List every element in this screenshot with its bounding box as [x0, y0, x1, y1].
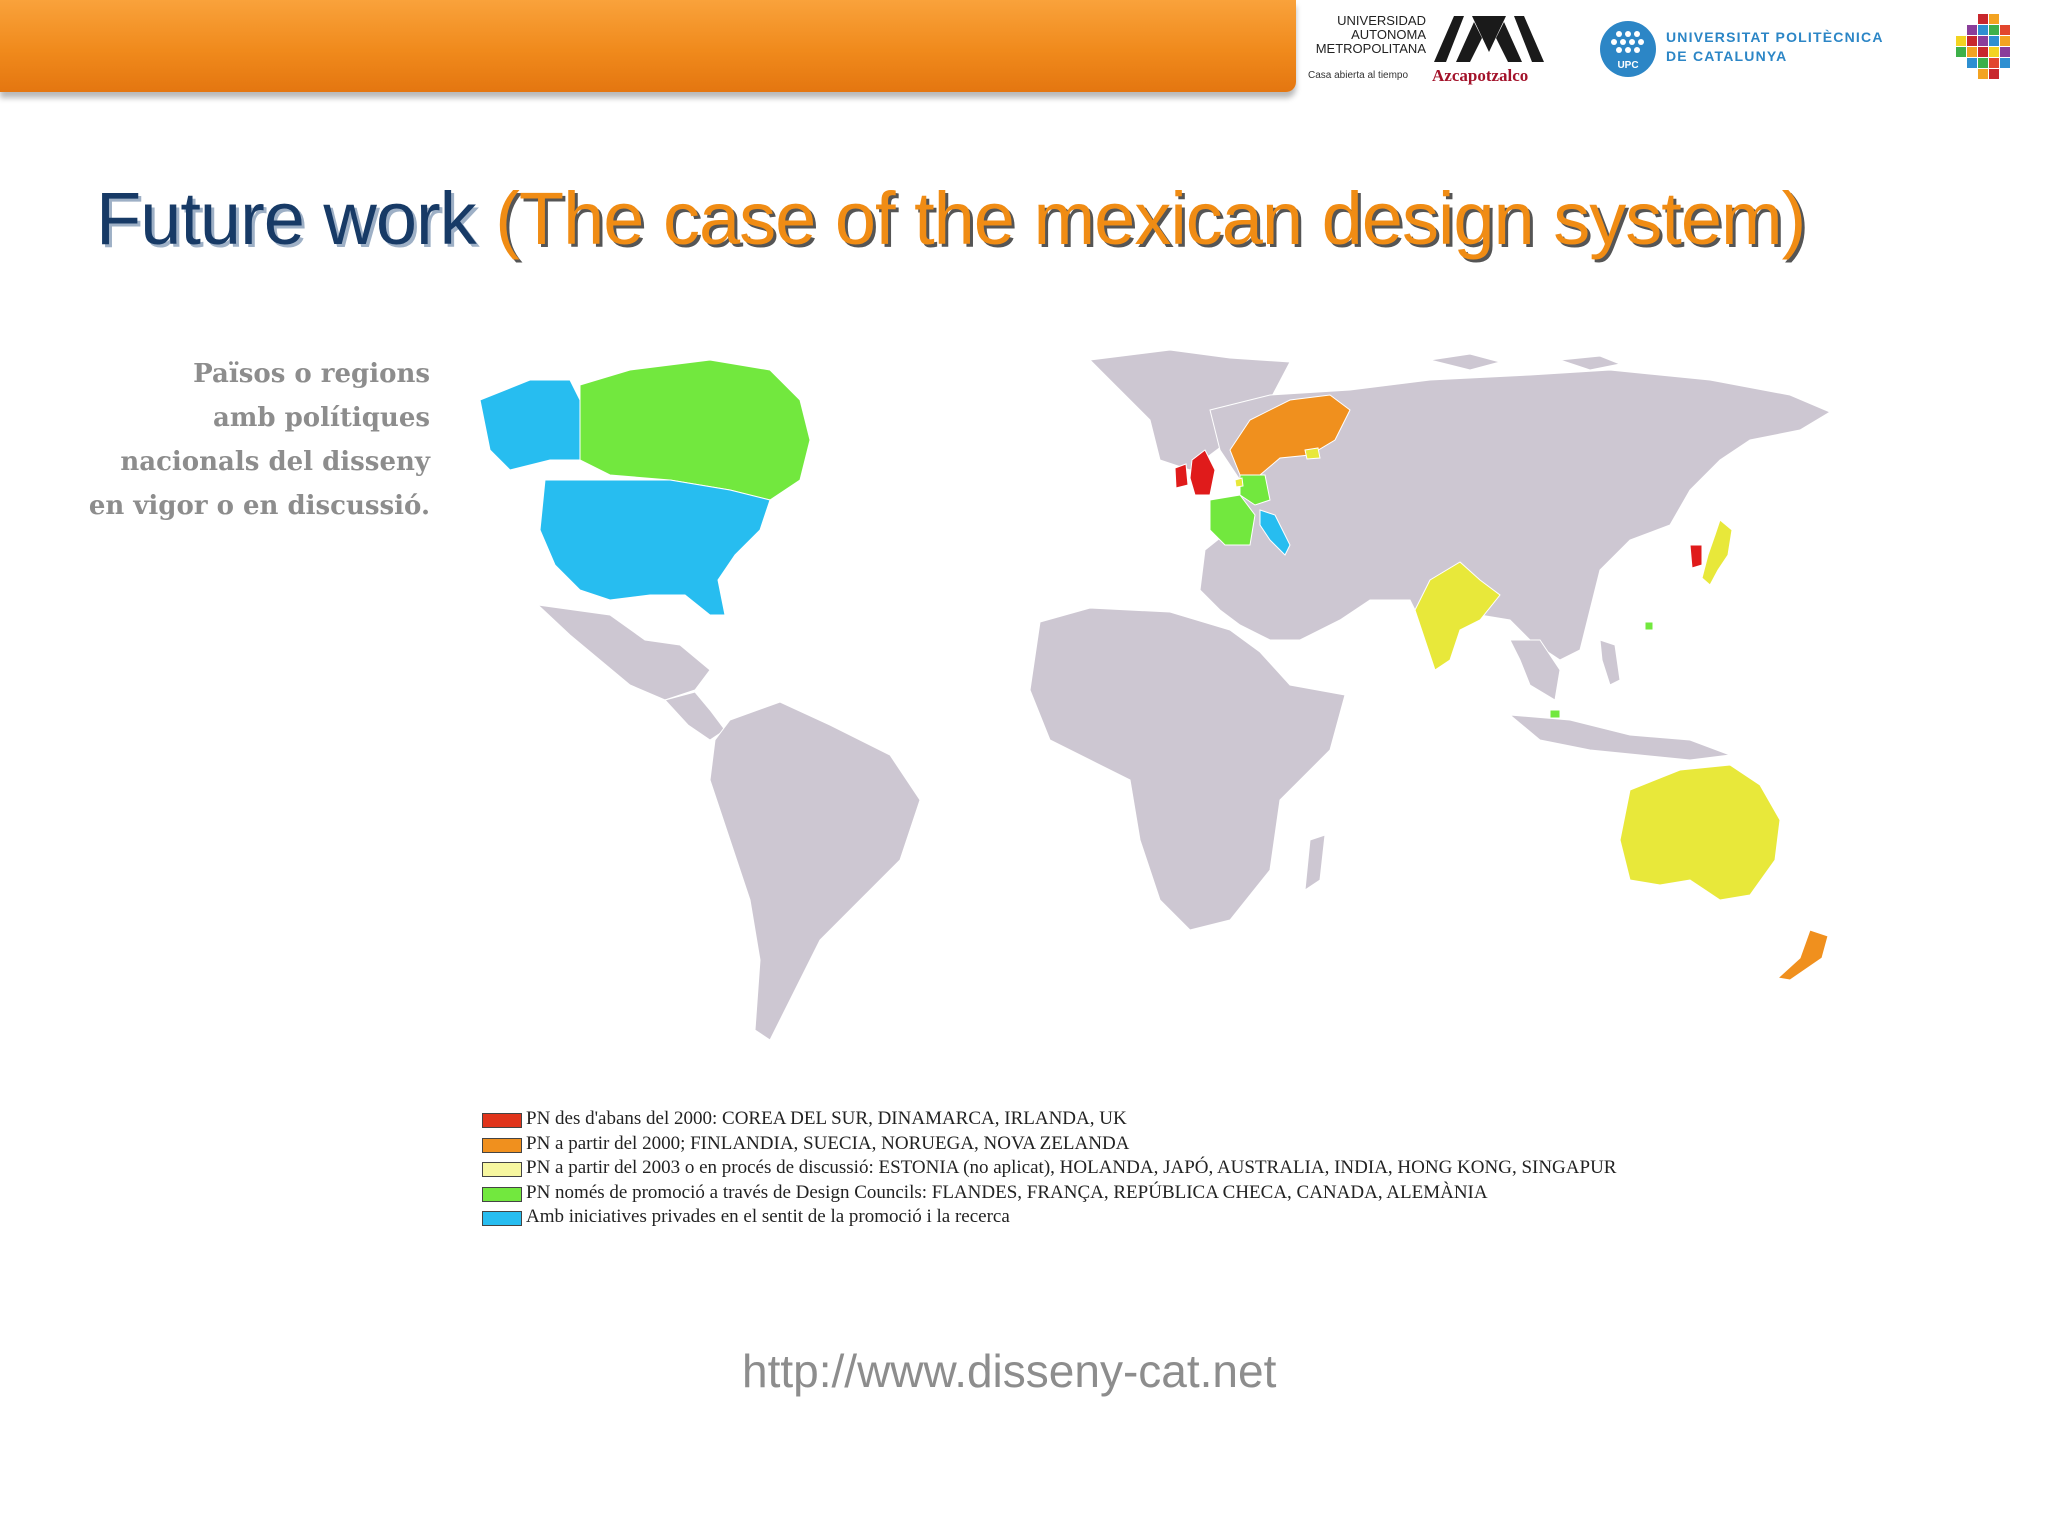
region-indonesia [1508, 714, 1731, 761]
region-new-zealand [1776, 929, 1829, 981]
uam-tagline: Casa abierta al tiempo [1308, 70, 1409, 81]
region-netherlands [1234, 477, 1244, 488]
region-central-america [664, 691, 726, 741]
legend-swatch [482, 1137, 522, 1153]
legend-label: PN només de promoció a través de Design … [526, 1181, 1488, 1203]
upc-logo-icon: UPC [1600, 21, 1656, 77]
legend-swatch [482, 1186, 522, 1202]
page-title: Future work (The case of the mexican des… [96, 176, 1806, 261]
header-bar [0, 0, 1296, 92]
uam-logo-icon [1434, 16, 1544, 62]
region-estonia [1304, 447, 1321, 460]
region-south-america [709, 701, 921, 1041]
legend-label: PN a partir del 2000; FINLANDIA, SUECIA,… [526, 1132, 1130, 1154]
logos: UNIVERSIDAD AUTONOMA METROPOLITANA Casa … [1308, 8, 2048, 98]
source-link[interactable]: http://www.disseny-cat.net [742, 1344, 1276, 1398]
map-caption: Països o regions amb polítiques nacional… [88, 359, 430, 521]
region-singapore [1549, 709, 1561, 719]
region-hong-kong [1644, 621, 1654, 631]
legend-label: PN des d'abans del 2000: COREA DEL SUR, … [526, 1108, 1127, 1129]
title-main: Future work [96, 177, 477, 260]
uam-name: UNIVERSIDAD AUTONOMA METROPOLITANA [1315, 13, 1426, 56]
region-mexico [536, 604, 711, 701]
region-madagascar [1304, 834, 1326, 892]
legend-swatch [482, 1162, 522, 1177]
region-canada [579, 359, 811, 501]
region-south-korea [1689, 544, 1703, 569]
cubes-logo-icon [1956, 14, 2010, 79]
region-australia [1619, 764, 1781, 901]
region-philippines [1599, 639, 1621, 686]
region-africa [1029, 607, 1346, 931]
legend-swatch [482, 1113, 522, 1128]
region-alaska [479, 379, 591, 471]
legend-label: Amb iniciatives privades en el sentit de… [526, 1206, 1010, 1227]
upc-name: UNIVERSITAT POLITÈCNICA DE CATALUNYA [1666, 29, 1884, 64]
region-arctic-islands [1429, 353, 1622, 371]
legend-label: PN a partir del 2003 o en procés de disc… [526, 1157, 1617, 1178]
uam-campus: Azcapotzalco [1432, 66, 1529, 85]
world-map [479, 349, 1832, 1041]
region-usa [539, 479, 771, 616]
upc-abbr: UPC [1617, 60, 1638, 71]
title-sub: (The case of the mexican design system) [495, 177, 1806, 260]
legend-swatch [482, 1211, 522, 1226]
region-japan [1701, 519, 1733, 586]
region-ireland [1174, 463, 1189, 489]
